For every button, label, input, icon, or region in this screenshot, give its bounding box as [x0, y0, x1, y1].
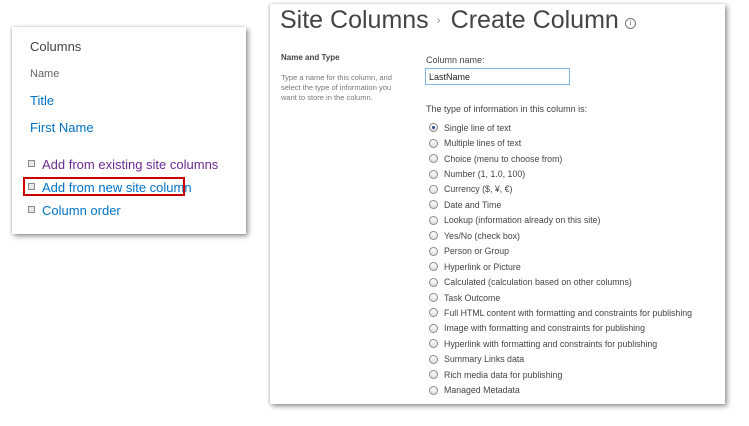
column-type-option[interactable]: Managed Metadata [429, 382, 692, 397]
column-type-option[interactable]: Person or Group [429, 244, 692, 259]
column-type-label: Calculated (calculation based on other c… [444, 277, 632, 288]
column-name-label: Column name: [426, 55, 485, 65]
column-type-label: Date and Time [444, 199, 502, 210]
column-name-input[interactable] [425, 68, 570, 85]
column-type-label: Lookup (information already on this site… [444, 215, 601, 226]
column-type-option[interactable]: Hyperlink with formatting and constraint… [429, 336, 692, 351]
bullet-icon [28, 206, 35, 214]
column-type-option[interactable]: Task Outcome [429, 290, 692, 305]
breadcrumb-site-columns[interactable]: Site Columns [280, 6, 429, 34]
radio-button[interactable] [429, 308, 438, 318]
column-type-option[interactable]: Full HTML content with formatting and co… [429, 305, 692, 320]
column-type-option[interactable]: Hyperlink or Picture [429, 259, 692, 274]
field-title-link[interactable]: Title [30, 93, 54, 108]
column-type-label: Person or Group [444, 246, 510, 257]
column-type-label: Multiple lines of text [444, 138, 522, 149]
radio-button[interactable] [429, 169, 438, 179]
radio-button[interactable] [429, 215, 438, 225]
column-type-option[interactable]: Single line of text [429, 120, 692, 135]
radio-button[interactable] [429, 200, 438, 210]
column-type-label: Summary Links data [444, 354, 525, 365]
column-type-option[interactable]: Summary Links data [429, 352, 692, 367]
radio-button[interactable] [429, 277, 438, 287]
section-description: Type a name for this column, and select … [281, 73, 392, 102]
highlight-annotation [23, 177, 185, 196]
field-first-name-link[interactable]: First Name [30, 120, 94, 135]
create-column-panel: Site Columns › Create Column i Name and Typ… [270, 4, 725, 404]
column-type-label: Currency ($, ¥, €) [444, 184, 513, 195]
column-type-label: Choice (menu to choose from) [444, 153, 563, 164]
radio-button[interactable] [429, 323, 438, 333]
column-type-label: Single line of text [444, 122, 511, 133]
page-header: Site Columns › Create Column i [280, 6, 636, 35]
column-type-label: Task Outcome [444, 292, 501, 303]
column-type-option[interactable]: Rich media data for publishing [429, 367, 692, 382]
radio-button[interactable] [429, 246, 438, 256]
page-title: Create Column [450, 6, 619, 34]
radio-button[interactable] [429, 262, 438, 272]
column-type-option[interactable]: Date and Time [429, 197, 692, 212]
column-type-label: Hyperlink with formatting and constraint… [444, 338, 658, 349]
columns-heading: Columns [30, 39, 82, 54]
column-type-label: Yes/No (check box) [444, 230, 520, 241]
column-type-label: Hyperlink or Picture [444, 261, 521, 272]
radio-button[interactable] [429, 370, 438, 380]
column-type-label: Rich media data for publishing [444, 369, 563, 380]
column-type-label: Full HTML content with formatting and co… [444, 307, 693, 318]
column-type-label: Managed Metadata [444, 385, 520, 396]
column-order-link[interactable]: Column order [28, 203, 121, 218]
column-type-option[interactable]: Image with formatting and constraints fo… [429, 321, 692, 336]
column-type-option[interactable]: Yes/No (check box) [429, 228, 692, 243]
radio-button[interactable] [429, 385, 438, 395]
info-icon[interactable]: i [624, 18, 636, 29]
columns-panel: Columns Name Title First Name Add from e… [12, 27, 246, 234]
breadcrumb-separator-icon: › [436, 13, 441, 27]
section-title: Name and Type [281, 53, 340, 62]
column-type-label: Image with formatting and constraints fo… [444, 323, 645, 334]
column-type-radio-group: Single line of text Multiple lines of tex… [429, 120, 692, 398]
column-type-option[interactable]: Calculated (calculation based on other c… [429, 274, 692, 289]
add-existing-site-columns-link[interactable]: Add from existing site columns [28, 157, 218, 172]
radio-button[interactable] [429, 184, 438, 194]
radio-button[interactable] [429, 354, 438, 364]
radio-button[interactable] [429, 138, 438, 148]
radio-button[interactable] [429, 231, 438, 241]
column-type-option[interactable]: Multiple lines of text [429, 135, 692, 150]
name-column-header: Name [30, 68, 60, 80]
bullet-icon [28, 160, 35, 168]
radio-button[interactable] [429, 154, 438, 164]
column-type-option[interactable]: Choice (menu to choose from) [429, 151, 692, 166]
type-label: The type of information in this column i… [426, 104, 588, 114]
column-type-option[interactable]: Currency ($, ¥, €) [429, 182, 692, 197]
radio-button[interactable] [429, 123, 438, 133]
radio-button[interactable] [429, 293, 438, 303]
radio-button[interactable] [429, 339, 438, 349]
column-type-option[interactable]: Lookup (information already on this site… [429, 213, 692, 228]
column-type-option[interactable]: Number (1, 1.0, 100) [429, 166, 692, 181]
column-type-label: Number (1, 1.0, 100) [444, 169, 526, 180]
